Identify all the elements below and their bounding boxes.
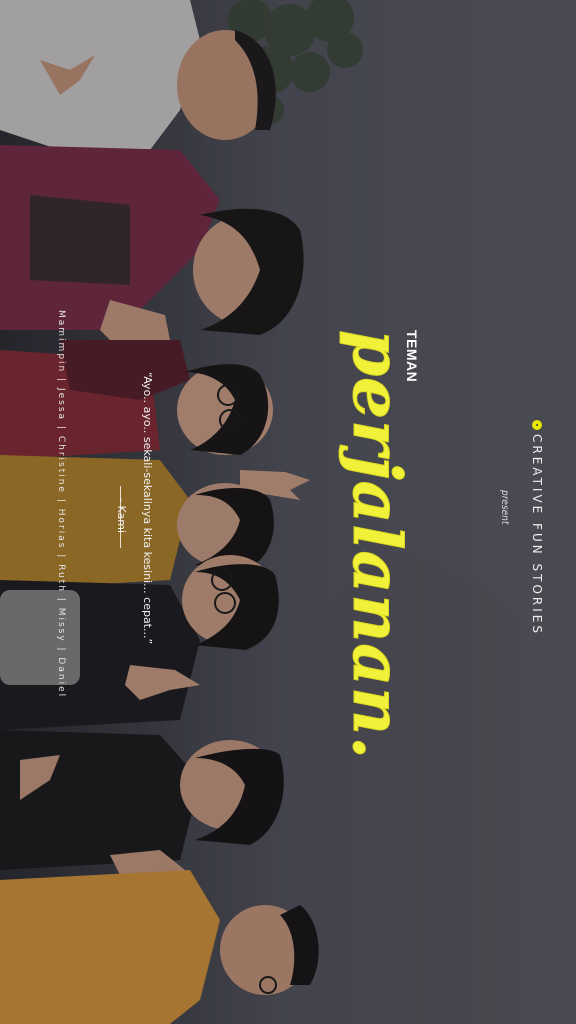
brand-line: CREATIVE FUN STORIES	[530, 420, 544, 636]
quote-signature: - Kami	[115, 498, 128, 533]
credits-names: Mamimpin | Jessa | Christine | Horias | …	[56, 310, 66, 699]
brand-name: CREATIVE FUN STORIES	[530, 434, 544, 636]
circle-logo-icon	[532, 420, 542, 430]
poster: CREATIVE FUN STORIES present TEMAN perja…	[0, 0, 576, 1024]
quote-text: “Ayo.. ayo.. sekali-sekalinya kita kesin…	[141, 372, 154, 645]
title-main: perjalanan.	[338, 330, 417, 761]
present-label: present	[499, 490, 510, 525]
dark-overlay	[0, 0, 576, 1024]
